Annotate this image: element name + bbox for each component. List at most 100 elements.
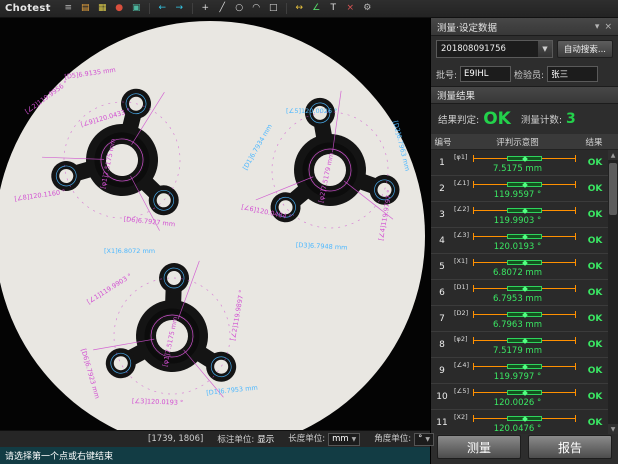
row-number: 3 xyxy=(431,202,453,227)
row-result: OK xyxy=(582,280,608,305)
row-gauge-area: [∠5] 120.0026 ° xyxy=(453,384,582,409)
row-value: 6.7953 mm xyxy=(453,294,582,304)
row-number: 8 xyxy=(431,332,453,357)
prompt-message: 请选择第一个点或右键结束 xyxy=(5,449,113,462)
table-row[interactable]: 10 [∠5] 120.0026 ° OK xyxy=(431,384,608,410)
row-gauge-area: [∠1] 119.9597 ° xyxy=(453,176,582,201)
undo-icon[interactable]: ← xyxy=(155,2,170,16)
row-value: 6.7963 mm xyxy=(453,320,582,330)
scroll-down-icon[interactable]: ▼ xyxy=(608,424,618,434)
panel-buttons: 测量 报告 xyxy=(431,434,618,464)
row-label: [X1] xyxy=(454,257,468,265)
settings-icon[interactable]: ⚙ xyxy=(360,2,375,16)
table-row[interactable]: 4 [∠3] 120.0193 ° OK xyxy=(431,228,608,254)
row-result: OK xyxy=(582,332,608,357)
measurement-canvas[interactable]: [D5]6.9135 mm [∠2]119.9956 ° [∠9]120.043… xyxy=(0,18,430,430)
scrollbar-thumb[interactable] xyxy=(609,163,617,215)
row-label: [D1] xyxy=(454,283,468,291)
row-label: [X2] xyxy=(454,413,468,421)
batch-input[interactable] xyxy=(460,66,511,82)
row-gauge-area: [D2] 6.7963 mm xyxy=(453,306,582,331)
app-logo: Chotest xyxy=(5,3,51,14)
judge-value: OK xyxy=(483,109,511,129)
angle-tool-icon[interactable]: ∠ xyxy=(309,2,324,16)
rect-tool-icon[interactable]: □ xyxy=(266,2,281,16)
row-number: 2 xyxy=(431,176,453,201)
length-unit-select[interactable]: mm▼ xyxy=(328,433,360,446)
length-unit-label: 长度单位: xyxy=(288,434,325,444)
dimension-label: [X1]6.8072 mm xyxy=(104,248,155,255)
tolerance-gauge xyxy=(473,180,576,189)
row-value: 119.9903 ° xyxy=(453,216,582,226)
row-gauge-area: [∠3] 120.0193 ° xyxy=(453,228,582,253)
toolbar: Chotest ≡ ▤ ▦ ● ▣ ← → + ╱ ○ ◠ □ ↔ ∠ T × … xyxy=(0,0,618,18)
row-label: [φ2] xyxy=(454,335,468,343)
auto-search-button[interactable]: 自动搜索... xyxy=(557,40,613,58)
angle-unit-select[interactable]: °▼ xyxy=(414,433,434,446)
circle-tool-icon[interactable]: ○ xyxy=(232,2,247,16)
gallery-icon[interactable]: ▣ xyxy=(129,2,144,16)
table-row[interactable]: 3 [∠2] 119.9903 ° OK xyxy=(431,202,608,228)
camera-icon[interactable]: ● xyxy=(112,2,127,16)
row-value: 7.5175 mm xyxy=(453,164,582,174)
row-value: 119.9597 ° xyxy=(453,190,582,200)
table-row[interactable]: 7 [D2] 6.7963 mm OK xyxy=(431,306,608,332)
text-tool-icon[interactable]: T xyxy=(326,2,341,16)
count-value: 3 xyxy=(566,111,576,127)
scrollbar[interactable]: ▲ ▼ xyxy=(608,150,618,434)
dataset-row: 201808091756 ▼ 自动搜索... xyxy=(431,36,618,62)
tolerance-gauge xyxy=(473,232,576,241)
tolerance-gauge xyxy=(473,258,576,267)
row-number: 7 xyxy=(431,306,453,331)
batch-label: 批号: xyxy=(436,68,457,81)
row-label: [∠1] xyxy=(454,179,469,187)
erase-tool-icon[interactable]: × xyxy=(343,2,358,16)
distance-tool-icon[interactable]: ↔ xyxy=(292,2,307,16)
open-folder-icon[interactable]: ▤ xyxy=(78,2,93,16)
redo-icon[interactable]: → xyxy=(172,2,187,16)
table-row[interactable]: 8 [φ2] 7.5179 mm OK xyxy=(431,332,608,358)
row-value: 6.8072 mm xyxy=(453,268,582,278)
table-row[interactable]: 9 [∠4] 119.9797 ° OK xyxy=(431,358,608,384)
table-row[interactable]: 2 [∠1] 119.9597 ° OK xyxy=(431,176,608,202)
table-row[interactable]: 5 [X1] 6.8072 mm OK xyxy=(431,254,608,280)
header-num: 编号 xyxy=(431,136,455,148)
batch-row: 批号: 检验员: xyxy=(431,62,618,86)
point-tool-icon[interactable]: + xyxy=(198,2,213,16)
inspector-input[interactable] xyxy=(547,66,598,82)
toolbar-divider xyxy=(149,3,150,14)
measurement-list: 1 [φ1] 7.5175 mm OK 2 [∠1] 119.9597 ° OK… xyxy=(431,150,618,434)
row-label: [D2] xyxy=(454,309,468,317)
close-icon[interactable]: × xyxy=(604,22,612,32)
judge-label: 结果判定: xyxy=(438,112,479,126)
chevron-down-icon: ▼ xyxy=(425,436,430,443)
collapse-icon[interactable]: ▾ xyxy=(595,22,600,32)
row-result: OK xyxy=(582,176,608,201)
dataset-dropdown[interactable]: 201808091756 ▼ xyxy=(436,40,553,58)
row-value: 120.0026 ° xyxy=(453,398,582,408)
tolerance-gauge xyxy=(473,362,576,371)
length-unit-group: 长度单位:mm▼ xyxy=(288,432,360,446)
scroll-up-icon[interactable]: ▲ xyxy=(608,150,618,160)
row-result: OK xyxy=(582,358,608,383)
menu-icon[interactable]: ≡ xyxy=(61,2,76,16)
dataset-value: 201808091756 xyxy=(441,44,506,54)
row-value: 120.0476 ° xyxy=(453,424,582,434)
report-button[interactable]: 报告 xyxy=(528,435,612,459)
row-number: 4 xyxy=(431,228,453,253)
row-gauge-area: [X2] 120.0476 ° xyxy=(453,410,582,434)
table-row[interactable]: 1 [φ1] 7.5175 mm OK xyxy=(431,150,608,176)
row-label: [∠3] xyxy=(454,231,469,239)
measure-button[interactable]: 测量 xyxy=(437,435,521,459)
table-row[interactable]: 11 [X2] 120.0476 ° OK xyxy=(431,410,608,434)
tolerance-gauge xyxy=(473,414,576,423)
angle-unit-group: 角度单位:°▼ xyxy=(374,432,434,446)
arc-tool-icon[interactable]: ◠ xyxy=(249,2,264,16)
table-row[interactable]: 6 [D1] 6.7953 mm OK xyxy=(431,280,608,306)
line-tool-icon[interactable]: ╱ xyxy=(215,2,230,16)
row-number: 6 xyxy=(431,280,453,305)
chevron-down-icon[interactable]: ▼ xyxy=(538,41,552,57)
row-result: OK xyxy=(582,228,608,253)
save-icon[interactable]: ▦ xyxy=(95,2,110,16)
dimension-label: [∠5]120.0026 ° xyxy=(286,108,337,115)
